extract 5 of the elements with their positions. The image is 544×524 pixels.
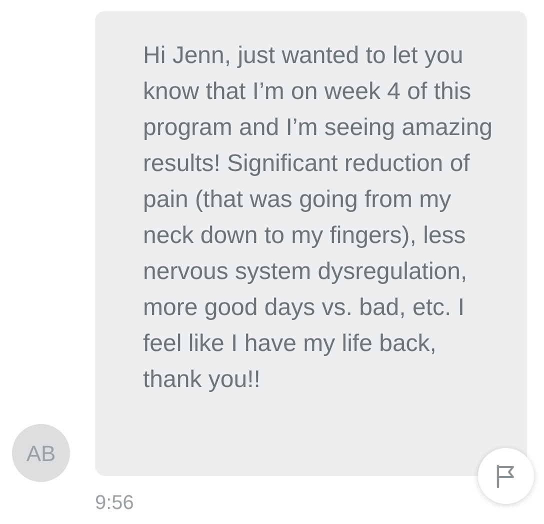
flag-icon xyxy=(495,464,517,488)
avatar: AB xyxy=(12,424,70,482)
timestamp: 9:56 xyxy=(95,491,134,516)
flag-button[interactable] xyxy=(478,448,534,504)
message-text: Hi Jenn, just wanted to let you know that I’m on week 4 of this program and I’m seeing amazing results! Significant reduction of pain (that was going from my neck down to my fingers), less nervous system dysregulation, more good days vs. bad, etc. I feel like I have my life back, thank you!! xyxy=(143,41,493,395)
